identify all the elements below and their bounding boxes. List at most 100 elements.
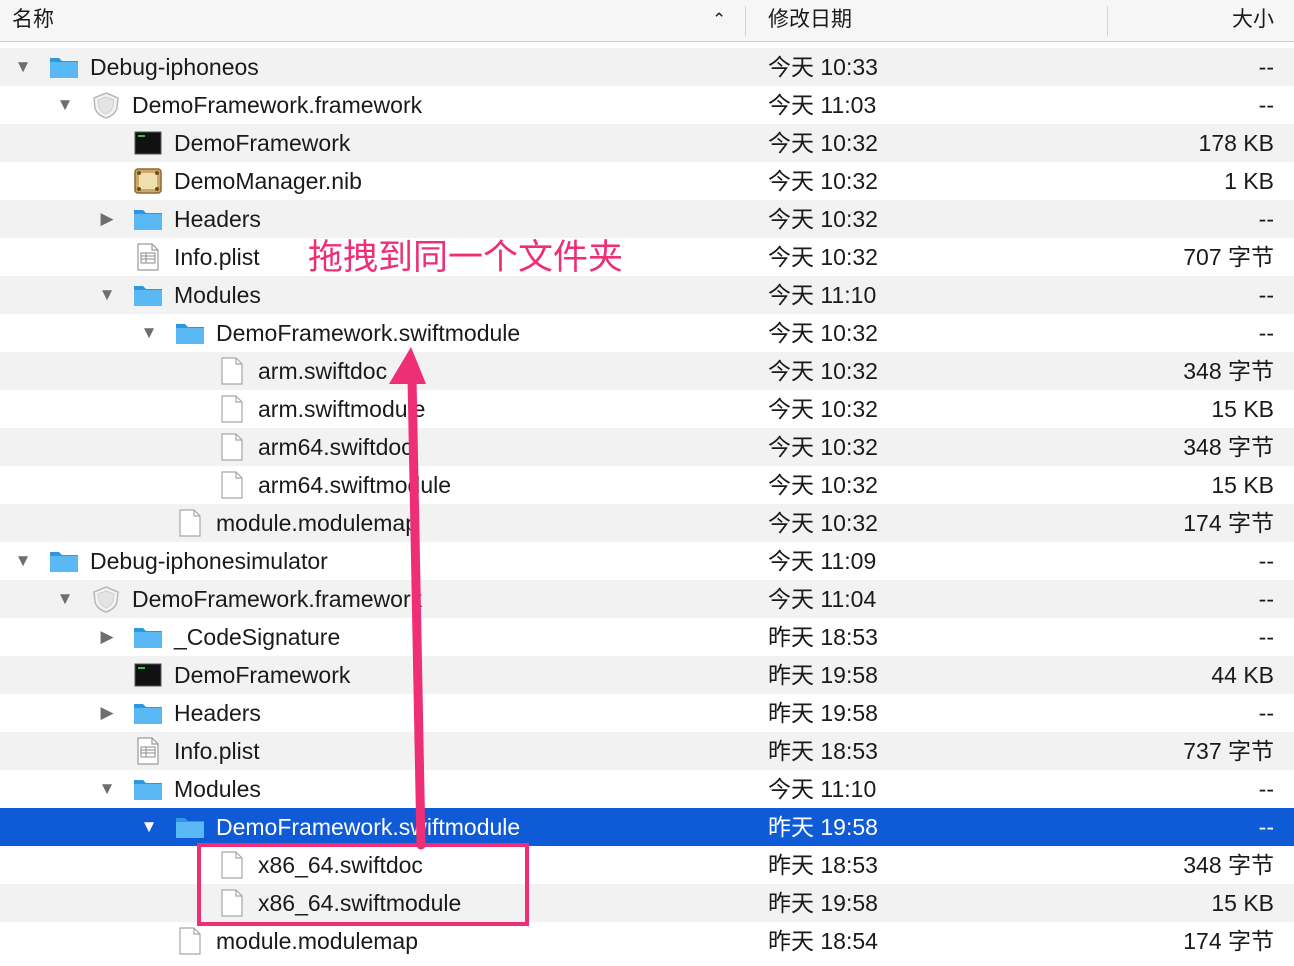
file-size: -- xyxy=(1258,320,1274,346)
disclosure-closed-icon[interactable]: ▶ xyxy=(97,200,117,238)
file-name: arm.swiftdoc xyxy=(258,358,388,384)
file-row[interactable]: arm64.swiftmodule 今天 10:32 15 KB xyxy=(0,466,1294,504)
modified-date: 昨天 19:58 xyxy=(768,890,878,916)
disclosure-open-icon[interactable]: ▼ xyxy=(13,48,33,86)
document-icon xyxy=(175,927,205,955)
file-name: DemoFramework xyxy=(174,130,351,156)
folder-icon xyxy=(175,813,205,841)
file-name: Debug-iphoneos xyxy=(90,54,259,80)
file-row-selected[interactable]: ▼ DemoFramework.swiftmodule 昨天 19:58 -- xyxy=(0,808,1294,846)
file-size: 15 KB xyxy=(1211,396,1274,422)
file-size: -- xyxy=(1258,92,1274,118)
file-row[interactable]: ▼ Debug-iphonesimulator 今天 11:09 -- xyxy=(0,542,1294,580)
file-size: -- xyxy=(1258,814,1274,840)
sort-ascending-icon[interactable]: ⌃ xyxy=(712,0,726,42)
column-divider[interactable] xyxy=(745,6,746,36)
file-row[interactable]: DemoFramework 昨天 19:58 44 KB xyxy=(0,656,1294,694)
file-size: 348 字节 xyxy=(1183,852,1274,878)
modified-date: 今天 10:32 xyxy=(768,434,878,460)
modified-date: 今天 10:32 xyxy=(768,320,878,346)
modified-date: 今天 10:32 xyxy=(768,244,878,270)
modified-date: 今天 11:09 xyxy=(768,548,877,574)
modified-date: 今天 10:32 xyxy=(768,472,878,498)
file-size: -- xyxy=(1258,776,1274,802)
file-row[interactable]: DemoFramework 今天 10:32 178 KB xyxy=(0,124,1294,162)
disclosure-open-icon[interactable]: ▼ xyxy=(55,580,75,618)
file-row[interactable]: ▼ Modules 今天 11:10 -- xyxy=(0,770,1294,808)
executable-icon xyxy=(133,129,163,157)
framework-icon xyxy=(91,91,121,119)
file-size: 348 字节 xyxy=(1183,358,1274,384)
disclosure-closed-icon[interactable]: ▶ xyxy=(97,618,117,656)
file-row[interactable]: module.modulemap 今天 10:32 174 字节 xyxy=(0,504,1294,542)
folder-icon xyxy=(175,319,205,347)
file-row[interactable]: ▶ _CodeSignature 昨天 18:53 -- xyxy=(0,618,1294,656)
folder-icon xyxy=(133,623,163,651)
file-size: 1 KB xyxy=(1224,168,1274,194)
file-name: arm64.swiftdoc xyxy=(258,434,413,460)
file-name: module.modulemap xyxy=(216,928,419,954)
file-name: _CodeSignature xyxy=(174,624,341,650)
file-size: 737 字节 xyxy=(1183,738,1274,764)
disclosure-open-icon[interactable]: ▼ xyxy=(55,86,75,124)
file-row[interactable]: Info.plist 昨天 18:53 737 字节 xyxy=(0,732,1294,770)
modified-date: 昨天 18:53 xyxy=(768,738,878,764)
file-name: Headers xyxy=(174,206,261,232)
disclosure-open-icon[interactable]: ▼ xyxy=(13,542,33,580)
file-name: Info.plist xyxy=(174,738,260,764)
framework-icon xyxy=(91,585,121,613)
file-row[interactable]: module.modulemap 昨天 18:54 174 字节 xyxy=(0,922,1294,960)
file-row[interactable]: arm.swiftdoc 今天 10:32 348 字节 xyxy=(0,352,1294,390)
file-size: -- xyxy=(1258,206,1274,232)
file-name: x86_64.swiftmodule xyxy=(258,890,462,916)
disclosure-open-icon[interactable]: ▼ xyxy=(139,808,159,846)
file-row[interactable]: x86_64.swiftmodule 昨天 19:58 15 KB xyxy=(0,884,1294,922)
modified-date: 今天 10:32 xyxy=(768,396,878,422)
file-size: -- xyxy=(1258,624,1274,650)
column-divider[interactable] xyxy=(1107,6,1108,36)
modified-date: 昨天 19:58 xyxy=(768,662,878,688)
file-name: Debug-iphonesimulator xyxy=(90,548,328,574)
file-row[interactable]: arm.swiftmodule 今天 10:32 15 KB xyxy=(0,390,1294,428)
disclosure-open-icon[interactable]: ▼ xyxy=(97,770,117,808)
column-header-size[interactable]: 大小 xyxy=(1232,0,1274,42)
file-row[interactable]: x86_64.swiftdoc 昨天 18:53 348 字节 xyxy=(0,846,1294,884)
file-size: -- xyxy=(1258,282,1274,308)
disclosure-open-icon[interactable]: ▼ xyxy=(97,276,117,314)
annotation-label: 拖拽到同一个文件夹 xyxy=(308,238,624,278)
file-row[interactable]: arm64.swiftdoc 今天 10:32 348 字节 xyxy=(0,428,1294,466)
file-row[interactable]: ▶ Headers 今天 10:32 -- xyxy=(0,200,1294,238)
file-row[interactable]: ▼ DemoFramework.swiftmodule 今天 10:32 -- xyxy=(0,314,1294,352)
modified-date: 昨天 19:58 xyxy=(768,700,878,726)
document-icon xyxy=(217,889,247,917)
file-row[interactable]: ▶ Headers 昨天 19:58 -- xyxy=(0,694,1294,732)
disclosure-closed-icon[interactable]: ▶ xyxy=(97,694,117,732)
file-row[interactable]: DemoManager.nib 今天 10:32 1 KB xyxy=(0,162,1294,200)
file-name: DemoManager.nib xyxy=(174,168,362,194)
file-row[interactable]: ▼ DemoFramework.framework 今天 11:03 -- xyxy=(0,86,1294,124)
column-header-name[interactable]: 名称 xyxy=(12,0,54,42)
file-row[interactable]: ▼ Modules 今天 11:10 -- xyxy=(0,276,1294,314)
plist-icon xyxy=(133,243,163,271)
file-name: DemoFramework.swiftmodule xyxy=(216,814,521,840)
modified-date: 今天 10:32 xyxy=(768,358,878,384)
document-icon xyxy=(217,851,247,879)
file-row[interactable]: ▼ Debug-iphoneos 今天 10:33 -- xyxy=(0,48,1294,86)
file-name: arm.swiftmodule xyxy=(258,396,426,422)
file-row[interactable]: ▼ DemoFramework.framework 今天 11:04 -- xyxy=(0,580,1294,618)
executable-icon xyxy=(133,661,163,689)
file-size: -- xyxy=(1258,548,1274,574)
folder-icon xyxy=(133,775,163,803)
document-icon xyxy=(217,471,247,499)
plist-icon xyxy=(133,737,163,765)
modified-date: 今天 11:04 xyxy=(768,586,877,612)
modified-date: 昨天 18:54 xyxy=(768,928,878,954)
file-row[interactable]: Info.plist 今天 10:32 707 字节 xyxy=(0,238,1294,276)
file-name: Modules xyxy=(174,776,261,802)
column-header-date[interactable]: 修改日期 xyxy=(768,0,852,42)
disclosure-open-icon[interactable]: ▼ xyxy=(139,314,159,352)
file-size: 44 KB xyxy=(1211,662,1274,688)
column-header: 名称 ⌃ 修改日期 大小 xyxy=(0,0,1294,42)
folder-icon xyxy=(133,205,163,233)
file-size: -- xyxy=(1258,700,1274,726)
